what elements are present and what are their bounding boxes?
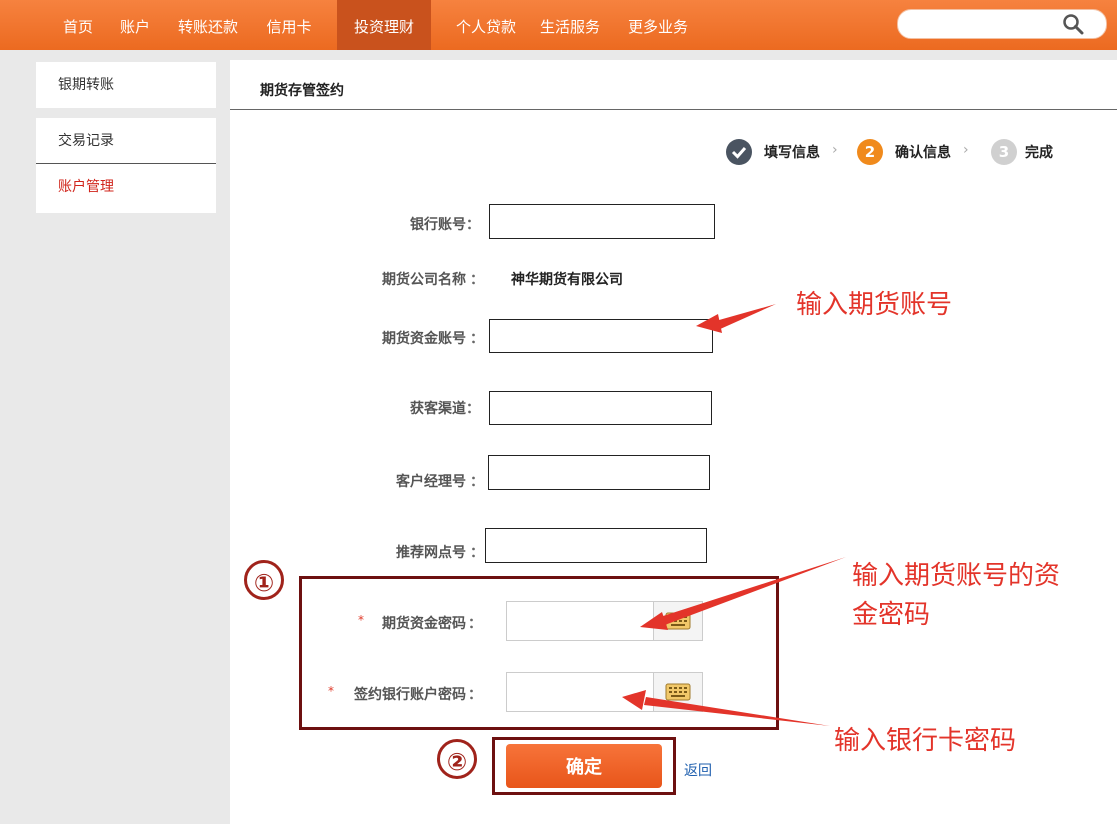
arrow-to-bank-password [644,697,830,726]
arrow-to-futures-password [660,557,846,626]
arrowhead [696,314,722,333]
annotation-arrows [622,304,846,726]
arrowhead [622,690,646,710]
arrowhead [640,612,668,630]
arrow-to-fund-account [712,304,776,330]
